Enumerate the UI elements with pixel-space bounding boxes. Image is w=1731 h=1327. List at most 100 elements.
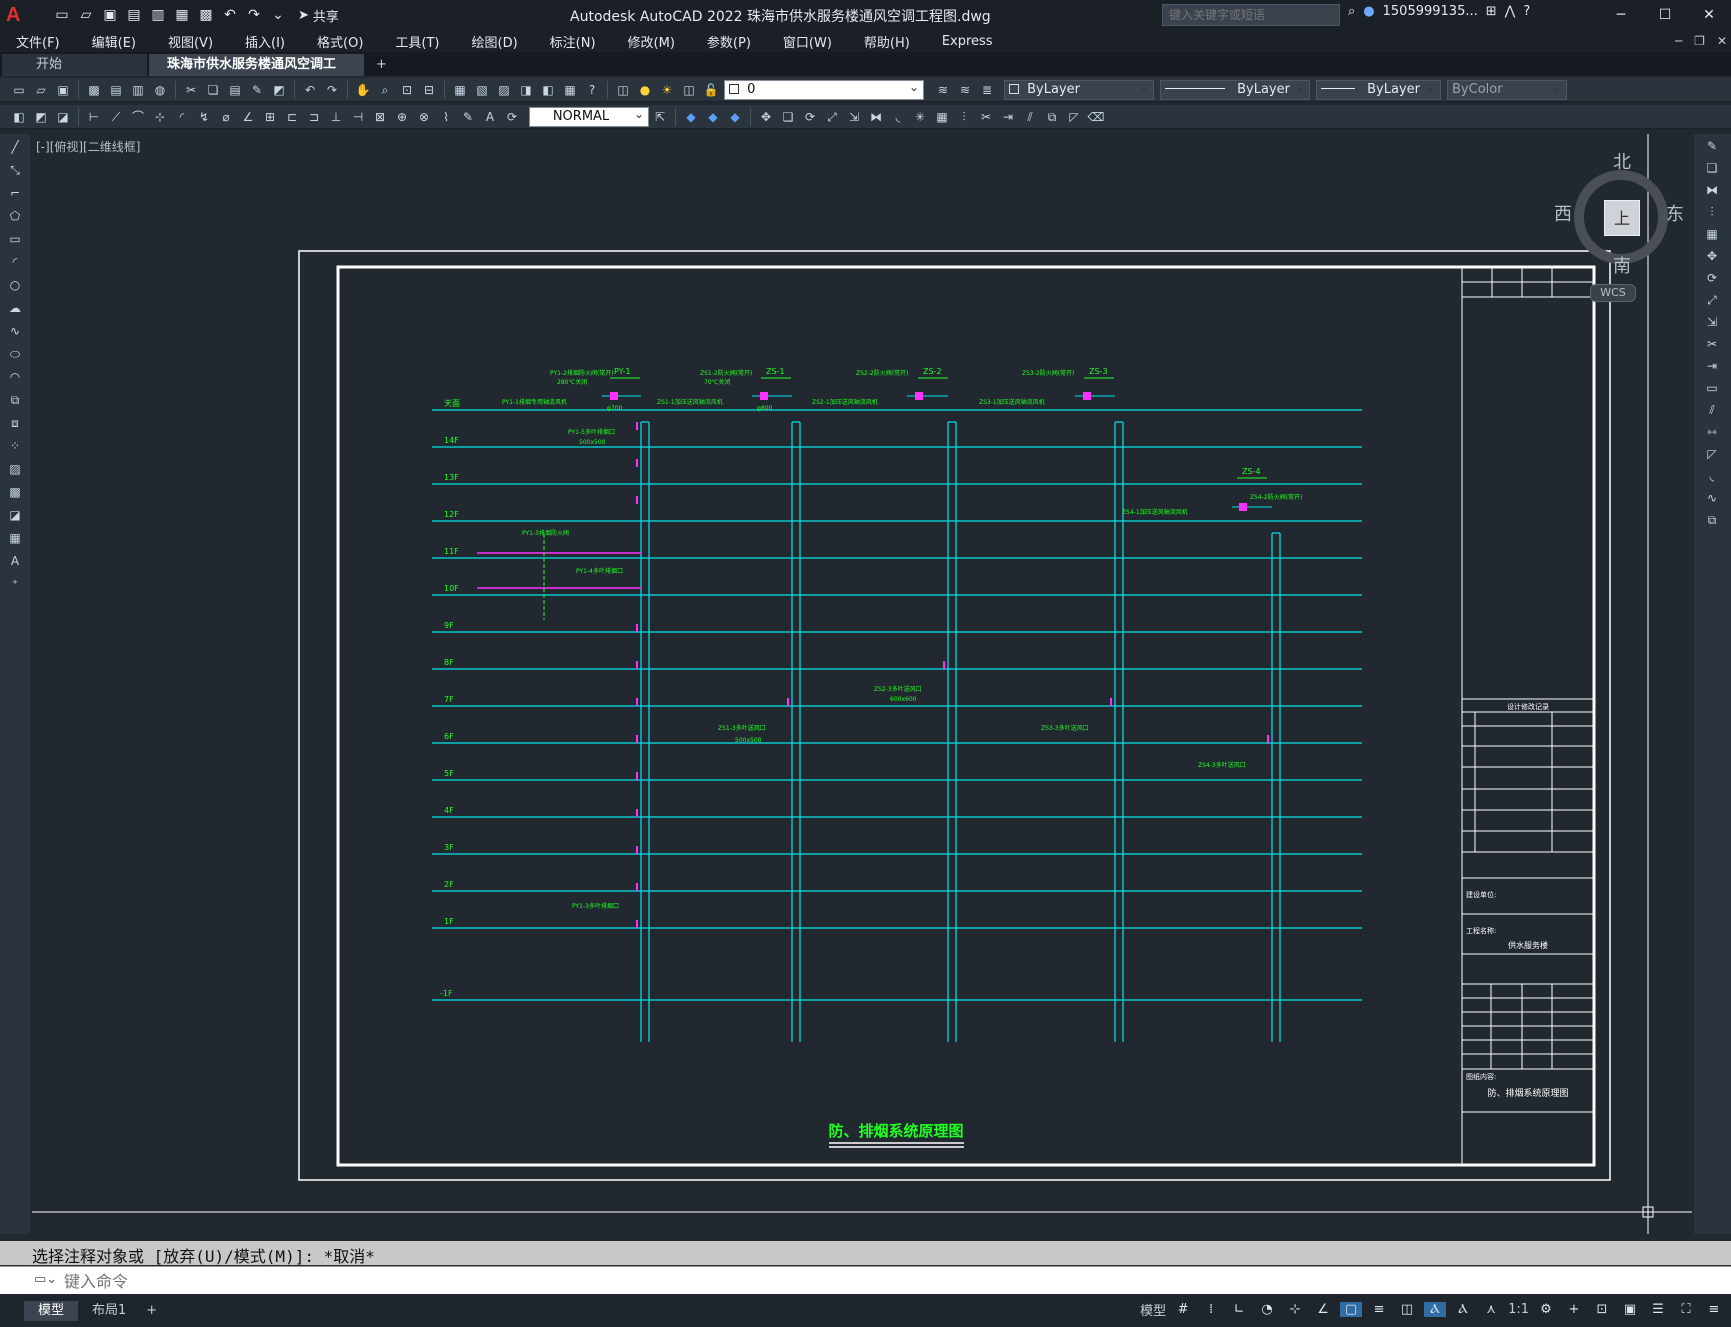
new-file-icon[interactable]: ▭: [52, 6, 72, 24]
help-tb-icon[interactable]: ?: [581, 80, 603, 100]
viewcube[interactable]: 上 北 南 东 西 WCS: [1552, 148, 1690, 302]
quick-dim-icon[interactable]: ⊞: [259, 107, 281, 127]
layer-properties-icon[interactable]: ◫: [612, 80, 634, 100]
preview-icon[interactable]: ▤: [105, 80, 127, 100]
help-icon[interactable]: ?: [1523, 4, 1530, 19]
continue-dim-icon[interactable]: ⊐: [303, 107, 325, 127]
qnew-icon[interactable]: ▭: [8, 80, 30, 100]
menu-dimension[interactable]: 标注(N): [534, 32, 612, 51]
compass-north[interactable]: 北: [1613, 148, 1631, 174]
subtract-icon[interactable]: ◆: [702, 107, 724, 127]
move-v-icon[interactable]: ✥: [1701, 246, 1723, 266]
circle-icon[interactable]: ○: [4, 275, 26, 295]
baseline-dim-icon[interactable]: ⊏: [281, 107, 303, 127]
jogged-dim-icon[interactable]: ↯: [193, 107, 215, 127]
break-icon[interactable]: ⫽: [1019, 107, 1041, 127]
copy-v-icon[interactable]: ❏: [1701, 158, 1723, 178]
object-snap-icon[interactable]: ▢: [1340, 1302, 1363, 1317]
user-name[interactable]: 1505999135...: [1383, 4, 1478, 19]
layer-freeze-icon[interactable]: ☀: [656, 80, 678, 100]
save-tb-icon[interactable]: ▣: [52, 80, 74, 100]
polyline-icon[interactable]: ⌐: [4, 183, 26, 203]
explode-v-icon[interactable]: ⧉: [1701, 510, 1723, 530]
dim-text-edit-icon[interactable]: A: [479, 107, 501, 127]
join-v-icon[interactable]: ⇿: [1701, 422, 1723, 442]
text-style-icon[interactable]: ◧: [8, 107, 30, 127]
quick-properties-icon[interactable]: ▣: [1619, 1302, 1641, 1317]
customize-icon[interactable]: ⌄: [268, 6, 288, 24]
annotation-monitor-icon[interactable]: +: [1563, 1302, 1585, 1317]
annotation-visibility-icon[interactable]: Ⲁ: [1424, 1302, 1447, 1317]
menu-edit[interactable]: 编辑(E): [76, 32, 152, 51]
erase-v-icon[interactable]: ✎: [1701, 136, 1723, 156]
plotstyle-dropdown[interactable]: ByColor: [1447, 79, 1567, 100]
markup-icon[interactable]: ◧: [537, 80, 559, 100]
ordinate-dim-icon[interactable]: ⊹: [149, 107, 171, 127]
pan-icon[interactable]: ✋: [352, 80, 374, 100]
doc-minimize-button[interactable]: ─: [1675, 30, 1682, 52]
isolate-objects-icon[interactable]: ☰: [1647, 1302, 1669, 1317]
ellipse-icon[interactable]: ⬭: [4, 344, 26, 364]
diameter-dim-icon[interactable]: ⌀: [215, 107, 237, 127]
stretch-v-icon[interactable]: ⇲: [1701, 312, 1723, 332]
annotation-scale-value[interactable]: 1:1: [1508, 1302, 1529, 1317]
calculator-icon[interactable]: ▦: [559, 80, 581, 100]
angular-dim-icon[interactable]: ∠: [237, 107, 259, 127]
menu-format[interactable]: 格式(O): [301, 32, 379, 51]
layer-dropdown[interactable]: 0: [724, 79, 924, 100]
zoom-previous-icon[interactable]: ⊟: [418, 80, 440, 100]
menu-express[interactable]: Express: [926, 34, 1009, 49]
stretch-icon[interactable]: ⇲: [843, 107, 865, 127]
open-icon[interactable]: ▱: [30, 80, 52, 100]
chamfer-icon[interactable]: ◸: [1063, 107, 1085, 127]
osnap-tracking-icon[interactable]: ⊹: [1284, 1302, 1306, 1317]
cart-icon[interactable]: ⊞: [1486, 4, 1497, 19]
gradient-icon[interactable]: ▩: [4, 482, 26, 502]
publish-icon[interactable]: ▥: [127, 80, 149, 100]
lineweight-icon[interactable]: ≡: [1368, 1302, 1390, 1317]
clean-screen-icon[interactable]: ⛶: [1675, 1302, 1697, 1317]
block-editor-icon[interactable]: ◩: [268, 80, 290, 100]
arc-icon[interactable]: ◜: [4, 252, 26, 272]
tool-palettes-icon[interactable]: ▨: [493, 80, 515, 100]
tab-drawing[interactable]: 珠海市供水服务楼通风空调工程图* ✕: [149, 54, 364, 94]
table-style-icon[interactable]: ◩: [30, 107, 52, 127]
zoom-window-icon[interactable]: ⊡: [396, 80, 418, 100]
fillet-v-icon[interactable]: ◟: [1701, 466, 1723, 486]
blend-v-icon[interactable]: ∿: [1701, 488, 1723, 508]
table-icon[interactable]: ▦: [4, 528, 26, 548]
dim-edit-icon[interactable]: ✎: [457, 107, 479, 127]
trim-v-icon[interactable]: ✂: [1701, 334, 1723, 354]
dimstyle-manager-icon[interactable]: ⇱: [649, 107, 671, 127]
menu-help[interactable]: 帮助(H): [848, 32, 926, 51]
fillet-icon[interactable]: ◟: [887, 107, 909, 127]
dim-space-icon[interactable]: ⊥: [325, 107, 347, 127]
radius-dim-icon[interactable]: ◜: [171, 107, 193, 127]
close-button[interactable]: ✕: [1687, 0, 1731, 30]
menu-parametric[interactable]: 参数(P): [691, 32, 767, 51]
rotate-icon[interactable]: ⟳: [799, 107, 821, 127]
a360-icon[interactable]: ⋀: [1505, 4, 1516, 19]
break-point-v-icon[interactable]: ▭: [1701, 378, 1723, 398]
revision-cloud-icon[interactable]: ☁: [4, 298, 26, 318]
save-icon[interactable]: ▣: [100, 6, 120, 24]
tolerance-icon[interactable]: ⊠: [369, 107, 391, 127]
user-icon[interactable]: ●: [1363, 4, 1374, 19]
undo-icon[interactable]: ↶: [220, 6, 240, 24]
layer-state-icon[interactable]: ≣: [976, 80, 998, 100]
wcs-menu[interactable]: WCS: [1590, 284, 1636, 302]
arc-length-icon[interactable]: ⌒: [127, 107, 149, 127]
mirror-icon[interactable]: ⧓: [865, 107, 887, 127]
explode-icon[interactable]: ✳: [909, 107, 931, 127]
menu-tools[interactable]: 工具(T): [379, 32, 455, 51]
make-block-icon[interactable]: ⧈: [4, 413, 26, 433]
move-icon[interactable]: ✥: [755, 107, 777, 127]
menu-view[interactable]: 视图(V): [152, 32, 229, 51]
copy-obj-icon[interactable]: ❏: [777, 107, 799, 127]
ortho-icon[interactable]: ∟: [1228, 1302, 1250, 1317]
model-space-label[interactable]: 模型: [1140, 1300, 1166, 1319]
tab-model[interactable]: 模型: [24, 1300, 79, 1321]
aligned-dim-icon[interactable]: ⟋: [105, 107, 127, 127]
plot-icon[interactable]: ▩: [196, 6, 216, 24]
match-prop-icon[interactable]: ✎: [246, 80, 268, 100]
